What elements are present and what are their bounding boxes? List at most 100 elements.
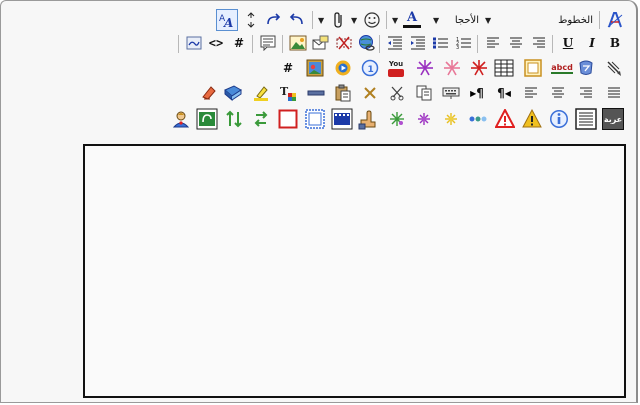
svg-text:3: 3 [456,45,459,50]
frame-icon[interactable] [523,58,543,78]
star-purple-icon[interactable] [413,108,435,130]
font-dropdown-label: الخطوط [558,14,593,26]
brush-icon[interactable] [604,58,624,78]
text-color-dropdown[interactable]: ▼ [392,10,400,30]
youtube-tube [388,68,404,77]
smiley-dropdown[interactable]: ▼ [351,10,359,30]
bulleted-list-icon[interactable] [431,33,451,53]
separator [599,11,600,29]
youtube-icon[interactable]: You [386,58,406,78]
table-icon[interactable] [494,58,514,78]
align-left-icon[interactable] [521,83,541,103]
bold-label: B [609,36,621,50]
align-center-icon[interactable] [548,83,568,103]
chevron-down-icon: ▼ [485,15,492,25]
delete-icon[interactable] [360,83,380,103]
hash-label: # [282,61,294,75]
code-label: <> [208,36,224,50]
word-icon[interactable]: عربة [602,108,624,130]
align-center-icon[interactable] [506,33,526,53]
outdent-icon[interactable] [385,33,405,53]
image-icon[interactable] [288,33,308,53]
separator [178,35,179,53]
hand-icon[interactable] [357,108,379,130]
warning-yellow-icon[interactable] [521,108,543,130]
svg-text:T: T [280,85,289,98]
person-icon[interactable] [170,108,192,130]
book-icon[interactable] [223,83,243,103]
horizontal-rule-icon[interactable] [306,83,326,103]
keyboard-icon[interactable] [441,83,461,103]
sparkle-pink-icon[interactable] [442,58,462,78]
size-dropdown-label: الأحجا [454,14,479,26]
separator [252,35,253,53]
text-color-label: A [406,10,418,25]
separator [379,35,380,53]
redo-icon[interactable] [263,10,283,30]
info-circle-icon[interactable]: 1 [360,58,380,78]
cut-icon[interactable] [387,83,407,103]
youtube-label: You [388,59,404,68]
php-icon[interactable] [184,33,204,53]
gallery-icon[interactable] [305,58,325,78]
quote-icon[interactable] [258,33,278,53]
hash-label: # [233,36,245,50]
code-icon[interactable]: <> [206,33,226,53]
text-size-icon[interactable]: T [278,83,298,103]
align-right-icon[interactable] [576,83,596,103]
sparkle-purple-icon[interactable] [415,58,435,78]
film-icon[interactable] [331,108,353,130]
undo-icon[interactable] [287,10,307,30]
bold-icon[interactable]: B [605,33,625,53]
justify-icon[interactable] [604,83,624,103]
align-left-icon[interactable] [483,33,503,53]
italic-label: I [589,36,595,50]
arrows-updown-icon[interactable] [223,108,245,130]
highlighter-icon[interactable] [251,83,271,103]
arrows-swap-icon[interactable] [250,108,272,130]
separator [282,35,283,53]
align-right-icon[interactable] [529,33,549,53]
abcd-label: abcd [551,62,573,74]
font-dropdown[interactable]: ▼ الخطوط [485,10,593,30]
rtl-icon[interactable]: ¶ ◀ [494,83,514,103]
flash-icon[interactable] [576,58,596,78]
globe-link-icon[interactable] [357,33,377,53]
warning-red-icon[interactable] [494,108,516,130]
sparkle-red-icon[interactable] [469,58,489,78]
editor-content-area[interactable] [83,144,626,398]
smiley-icon[interactable] [362,10,382,30]
copy-icon[interactable] [414,83,434,103]
ltr-icon[interactable]: ▶ ¶ [467,83,487,103]
frame-blue-icon[interactable] [304,108,326,130]
underline-icon[interactable]: U [558,33,578,53]
media-player-icon[interactable] [333,58,353,78]
chevron-down-icon: ▼ [351,15,358,25]
numbered-list-icon[interactable]: 123 [454,33,474,53]
star-green-icon[interactable] [386,108,408,130]
text-color-icon[interactable]: A [401,10,423,30]
indent-icon[interactable] [408,33,428,53]
star-yellow-icon[interactable] [440,108,462,130]
pilcrow-label: ¶ [476,86,484,100]
dots-icon[interactable] [467,108,489,130]
attachment-dropdown[interactable]: ▼ [318,10,326,30]
list-box-icon[interactable] [575,108,597,130]
size-dropdown[interactable]: ▼ الأحجا [433,10,479,30]
info-icon[interactable] [548,108,570,130]
font-format-icon[interactable]: AA [216,9,238,31]
resize-icon[interactable] [241,10,261,30]
hash-icon[interactable]: # [278,58,298,78]
hash-icon[interactable]: # [229,33,249,53]
green-box-icon[interactable] [196,108,218,130]
frame-red-icon[interactable] [277,108,299,130]
abcd-icon[interactable]: abcd [550,58,574,78]
chevron-down-icon: ▼ [392,15,399,25]
eraser-icon[interactable] [199,83,219,103]
unlink-icon[interactable] [334,33,354,53]
styled-a-icon[interactable] [605,10,625,30]
italic-icon[interactable]: I [582,33,602,53]
attachment-icon[interactable] [329,10,349,30]
email-icon[interactable] [311,33,331,53]
paste-icon[interactable] [333,83,353,103]
